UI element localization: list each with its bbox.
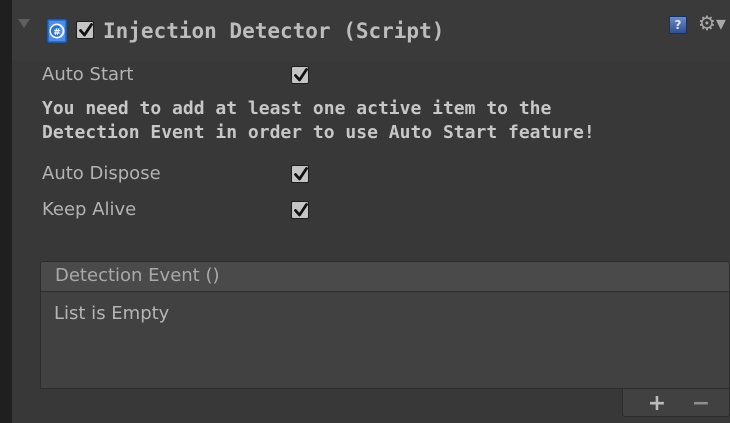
foldout-arrow-icon[interactable] [18,19,30,28]
warning-line-1: You need to add at least one active item… [42,98,552,119]
auto-start-checkbox[interactable] [291,66,309,84]
auto-start-label: Auto Start [42,64,134,85]
warning-line-2: Detection Event in order to use Auto Sta… [42,122,595,143]
remove-item-button[interactable]: − [681,389,721,417]
checkmark-icon [294,203,308,217]
list-empty-text: List is Empty [54,303,170,324]
keep-alive-checkbox[interactable] [291,201,309,219]
gear-icon[interactable]: ⚙▾ [698,12,728,34]
checkmark-icon [294,68,308,82]
component-title: Injection Detector (Script) [103,19,445,43]
auto-start-warning: You need to add at least one active item… [42,97,730,145]
detection-event-title: Detection Event () [55,265,220,286]
auto-dispose-checkbox[interactable] [291,165,309,183]
add-item-button[interactable]: + [637,389,677,417]
auto-dispose-label: Auto Dispose [42,163,161,184]
checkmark-icon [79,23,93,37]
component-enabled-checkbox[interactable] [76,21,94,39]
keep-alive-label: Keep Alive [42,199,137,220]
checkmark-icon [294,167,308,181]
inspector-panel: # Injection Detector (Script) ? ⚙▾ Auto … [12,0,730,423]
help-icon[interactable]: ? [669,16,687,34]
component-header[interactable]: # Injection Detector (Script) ? ⚙▾ [12,0,730,62]
list-footer: + − [622,389,730,417]
detection-event-list[interactable]: Detection Event () List is Empty [40,261,730,389]
detection-event-header: Detection Event () [41,262,729,292]
svg-text:#: # [53,28,61,38]
csharp-script-icon: # [46,18,68,44]
